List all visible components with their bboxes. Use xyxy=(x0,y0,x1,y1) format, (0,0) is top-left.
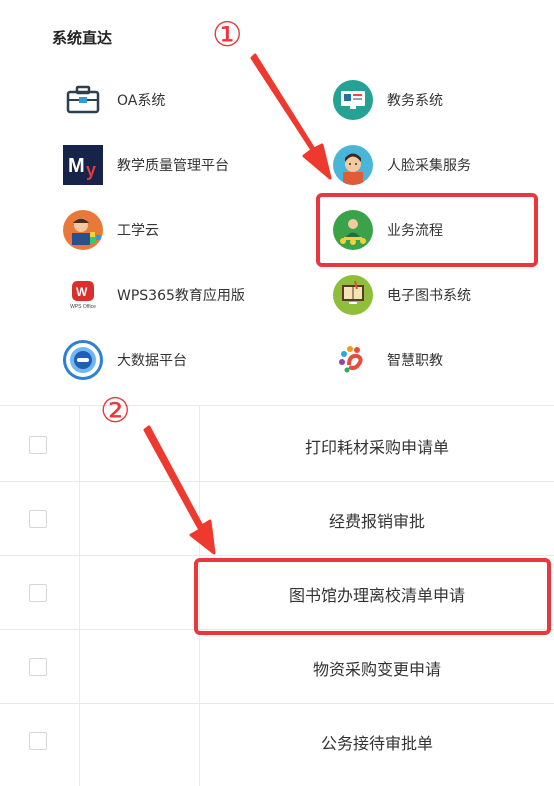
annotation-arrow-icon xyxy=(143,53,332,555)
